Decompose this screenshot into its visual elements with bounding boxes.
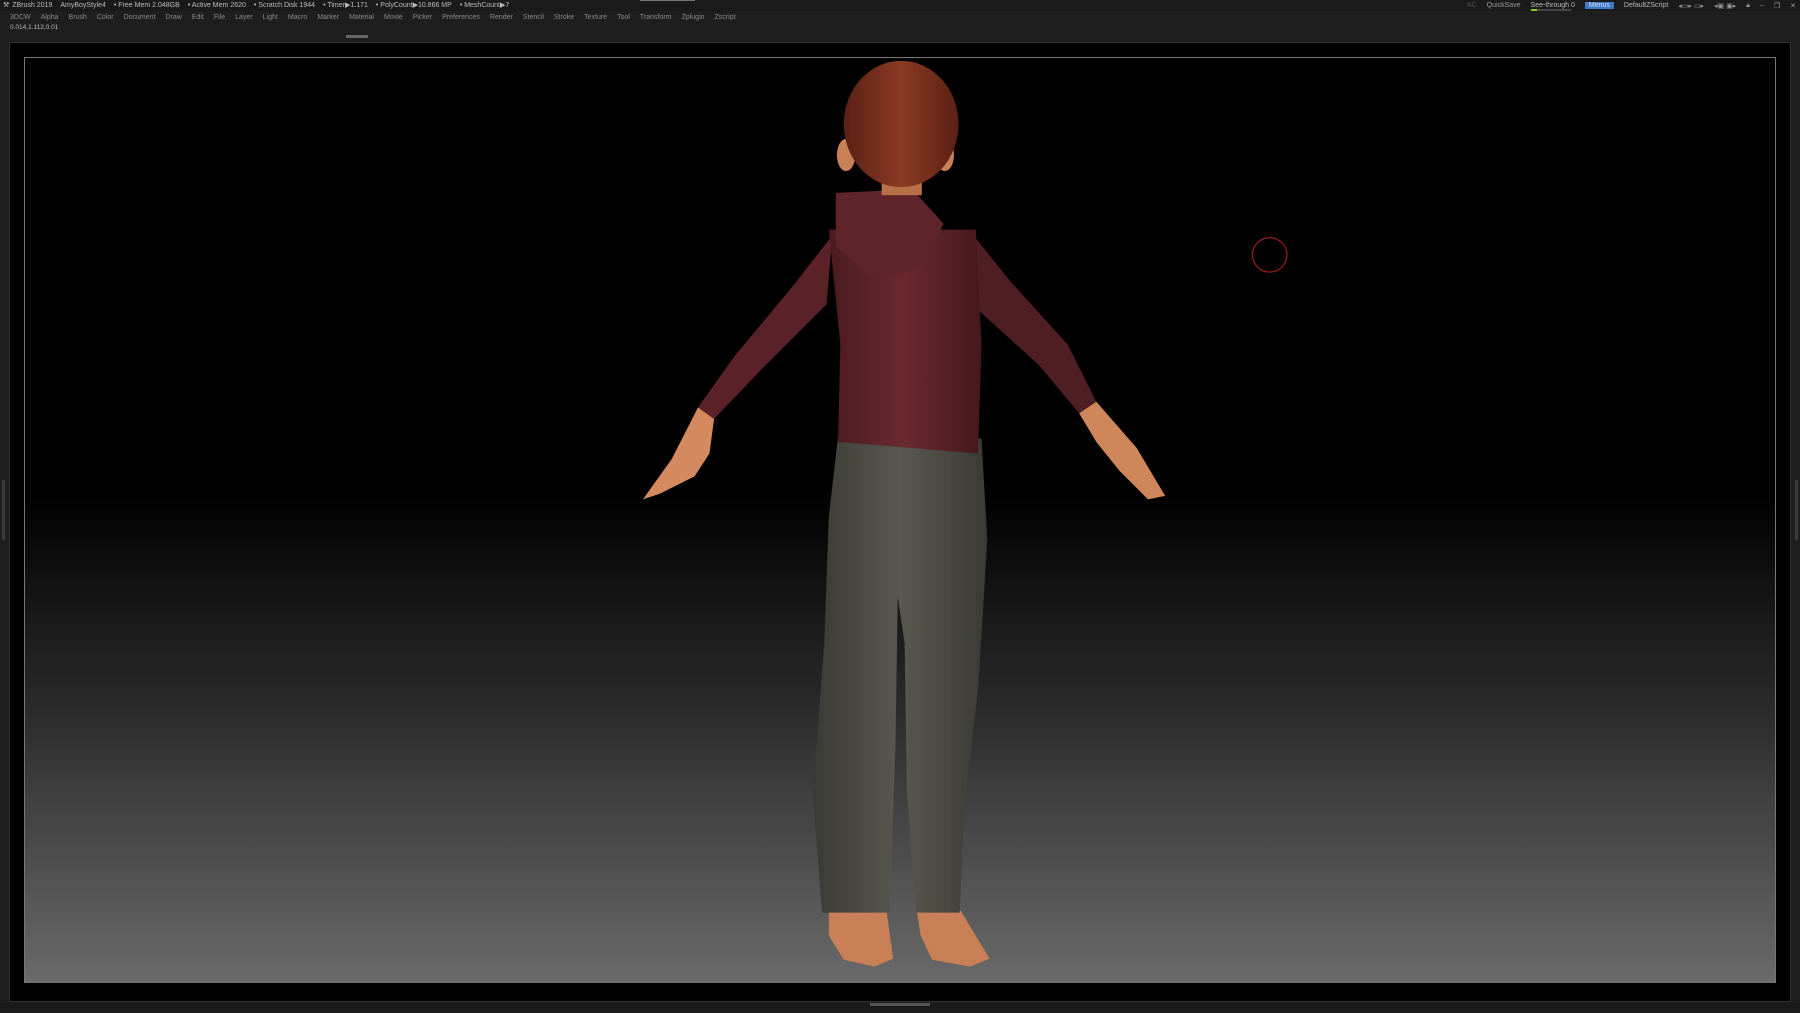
- bottom-bar: [0, 1003, 1800, 1013]
- feet: [828, 906, 990, 967]
- hoodie: [828, 189, 982, 454]
- head: [836, 60, 959, 196]
- bottom-tray-handle[interactable]: [870, 1003, 930, 1006]
- character-model[interactable]: [0, 0, 1800, 1013]
- brush-cursor: [1251, 236, 1288, 273]
- pants: [812, 436, 988, 913]
